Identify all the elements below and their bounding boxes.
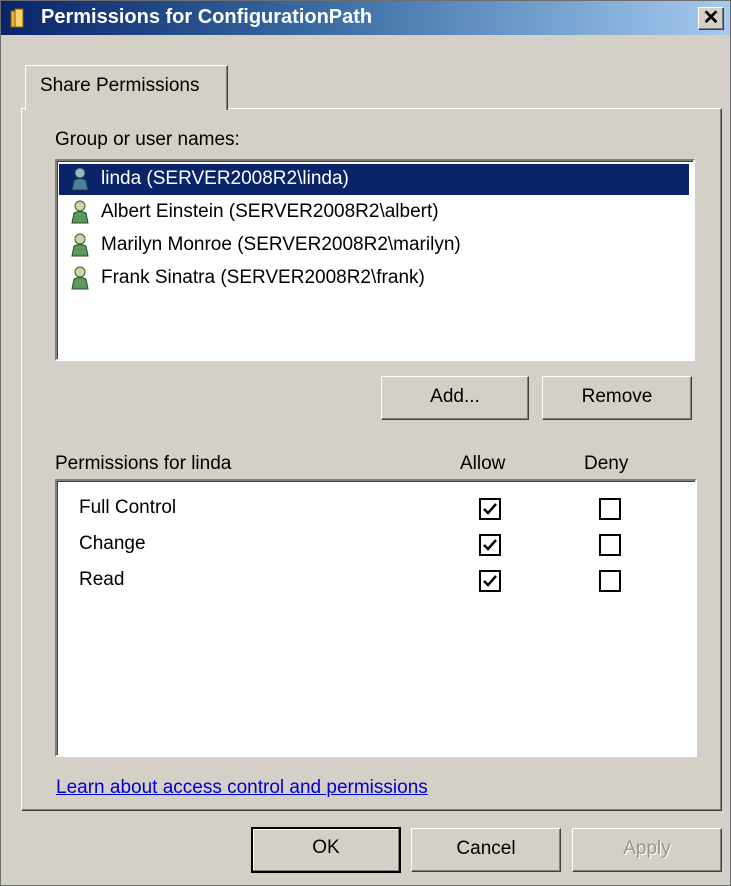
user-icon [69, 200, 91, 224]
permissions-dialog: Permissions for ConfigurationPath ✕ Shar… [0, 0, 731, 886]
user-list[interactable]: linda (SERVER2008R2\linda) Albert Einste… [55, 159, 695, 361]
checkmark-icon [483, 575, 497, 587]
permission-name: Read [79, 569, 125, 590]
allow-header: Allow [460, 453, 506, 474]
deny-checkbox[interactable] [599, 570, 621, 592]
apply-button[interactable]: Apply [572, 828, 722, 872]
list-item[interactable]: linda (SERVER2008R2\linda) [59, 164, 689, 195]
list-item-label: Albert Einstein (SERVER2008R2\albert) [101, 201, 439, 222]
close-button[interactable]: ✕ [698, 7, 724, 30]
permissions-list: Full Control Change Read [55, 479, 697, 757]
checkmark-icon [483, 503, 497, 515]
ok-button[interactable]: OK [251, 827, 401, 873]
permission-name: Full Control [79, 497, 177, 518]
add-button[interactable]: Add... [381, 376, 529, 420]
user-icon [69, 266, 91, 290]
tab-share-permissions[interactable]: Share Permissions [25, 65, 228, 110]
list-item-label: Frank Sinatra (SERVER2008R2\frank) [101, 267, 425, 288]
list-item-label: Marilyn Monroe (SERVER2008R2\marilyn) [101, 234, 461, 255]
permission-name: Change [79, 533, 146, 554]
deny-checkbox[interactable] [599, 534, 621, 556]
help-link[interactable]: Learn about access control and permissio… [56, 777, 428, 799]
folder-icon [9, 7, 31, 29]
allow-checkbox[interactable] [479, 498, 501, 520]
allow-checkbox[interactable] [479, 570, 501, 592]
deny-header: Deny [584, 453, 629, 474]
list-item[interactable]: Frank Sinatra (SERVER2008R2\frank) [59, 263, 689, 294]
cancel-button[interactable]: Cancel [411, 828, 561, 872]
title-bar[interactable]: Permissions for ConfigurationPath ✕ [1, 1, 730, 35]
list-item-label: linda (SERVER2008R2\linda) [101, 168, 349, 189]
list-item[interactable]: Albert Einstein (SERVER2008R2\albert) [59, 197, 689, 228]
remove-button[interactable]: Remove [542, 376, 692, 420]
list-item[interactable]: Marilyn Monroe (SERVER2008R2\marilyn) [59, 230, 689, 261]
permission-row: Read [79, 567, 679, 597]
permissions-header: Permissions for linda [55, 453, 232, 474]
allow-checkbox[interactable] [479, 534, 501, 556]
users-label: Group or user names: [55, 129, 240, 150]
deny-checkbox[interactable] [599, 498, 621, 520]
user-icon [69, 167, 91, 191]
tab-label: Share Permissions [40, 75, 200, 96]
checkmark-icon [483, 539, 497, 551]
permission-row: Full Control [79, 495, 679, 525]
close-icon: ✕ [702, 7, 720, 29]
permission-row: Change [79, 531, 679, 561]
user-icon [69, 233, 91, 257]
window-title: Permissions for ConfigurationPath [41, 6, 373, 28]
